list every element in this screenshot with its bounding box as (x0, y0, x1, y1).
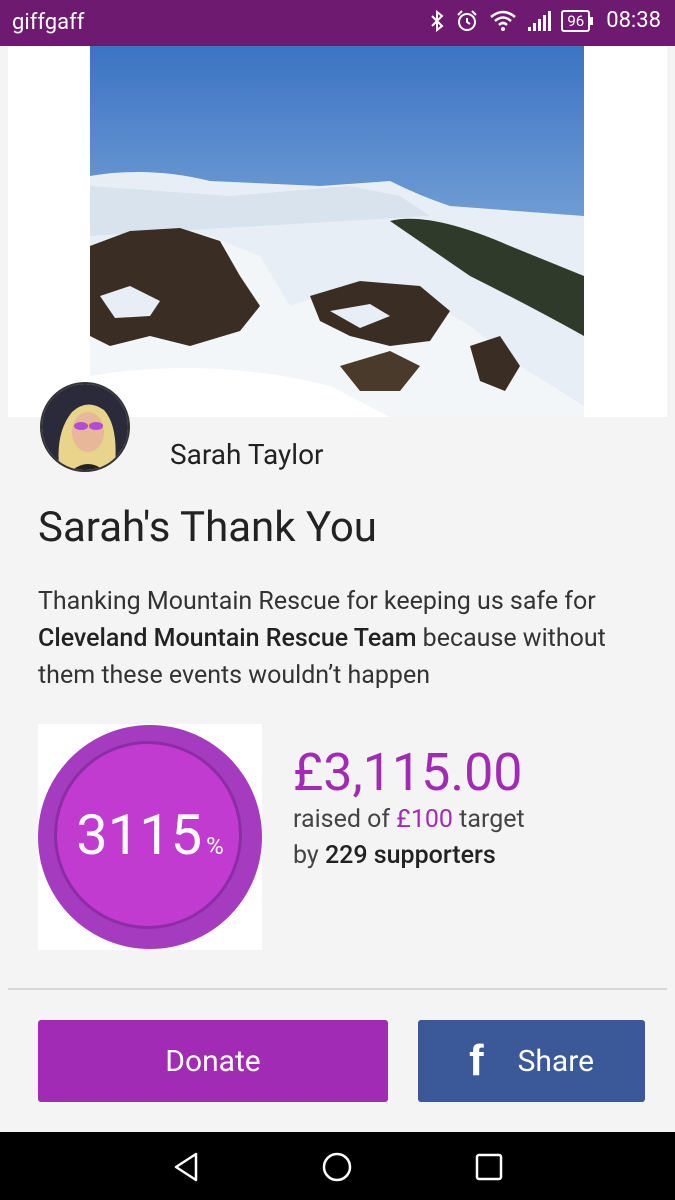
signal-icon (528, 10, 552, 31)
supporter-count: 229 supporters (324, 841, 496, 870)
home-icon[interactable] (320, 1150, 354, 1184)
hero-image (90, 46, 584, 417)
charity-name: Cleveland Mountain Rescue Team (38, 624, 417, 653)
progress-percent: 3115% (38, 801, 262, 880)
percent-value: 3115 (76, 802, 203, 868)
avatar (40, 382, 130, 472)
percent-sign: % (206, 832, 224, 860)
target-line: raised of £100 target (293, 805, 525, 834)
raised-label: raised of (293, 805, 397, 834)
target-suffix: target (452, 805, 525, 834)
supporters-line: by 229 supporters (293, 841, 496, 870)
back-icon[interactable] (170, 1150, 204, 1184)
navigation-bar (0, 1132, 675, 1200)
campaign-description: Thanking Mountain Rescue for keeping us … (38, 583, 648, 694)
progress-circle: 3115% (38, 725, 262, 949)
progress-badge: 3115% (38, 724, 262, 950)
alarm-icon (457, 9, 478, 31)
divider (8, 988, 667, 990)
target-amount: £100 (396, 805, 453, 834)
battery-icon: 96 (561, 9, 594, 32)
bluetooth-icon (431, 9, 444, 32)
donate-button[interactable]: Donate (38, 1020, 388, 1102)
by-label: by (293, 841, 325, 870)
status-icons: 96 08:38 (429, 8, 661, 33)
carrier-name: giffgaff (12, 10, 85, 35)
donate-label: Donate (165, 1043, 261, 1079)
status-bar: giffgaff 96 08:38 (0, 0, 675, 46)
clock: 08:38 (606, 8, 661, 33)
page-title: Sarah's Thank You (38, 503, 377, 552)
share-button[interactable]: f Share (418, 1020, 645, 1102)
facebook-icon: f (468, 1036, 484, 1085)
share-label: Share (517, 1043, 595, 1079)
description-intro: Thanking Mountain Rescue for keeping us … (38, 587, 596, 616)
recents-icon[interactable] (472, 1150, 506, 1184)
fundraiser-name: Sarah Taylor (170, 438, 324, 471)
wifi-icon (490, 10, 517, 31)
amount-raised: £3,115.00 (293, 742, 523, 803)
